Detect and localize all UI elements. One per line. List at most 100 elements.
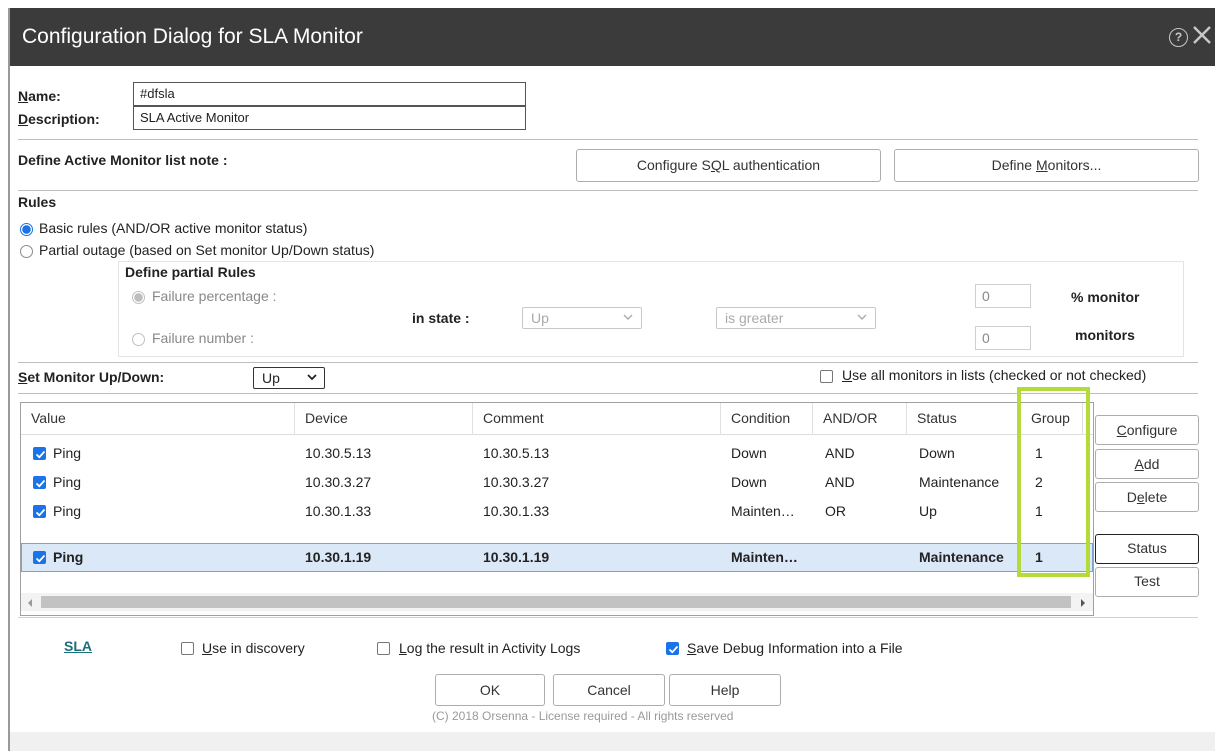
cell-device: 10.30.3.27 xyxy=(305,474,372,490)
scroll-right-icon[interactable] xyxy=(1079,596,1087,612)
failure-number-label: Failure number : xyxy=(152,330,254,346)
copyright-text: (C) 2018 Orsenna - License required - Al… xyxy=(432,709,734,723)
column-status[interactable]: Status xyxy=(907,403,1021,435)
cancel-button[interactable]: Cancel xyxy=(553,674,665,706)
cell-status: Up xyxy=(919,503,937,519)
help-icon[interactable]: ? xyxy=(1169,28,1188,47)
rules-title: Rules xyxy=(18,194,57,210)
set-monitor-label: Set Monitor Up/Down: xyxy=(18,369,165,385)
save-debug-label: Save Debug Information into a File xyxy=(687,640,903,656)
monitors-table: Value Device Comment Condition AND/OR St… xyxy=(20,402,1094,616)
status-button[interactable]: Status xyxy=(1095,534,1199,564)
configure-button[interactable]: Configure xyxy=(1095,415,1199,445)
status-strip xyxy=(10,732,1215,751)
cell-and-or: AND xyxy=(825,445,855,461)
cell-and-or: OR xyxy=(825,503,846,519)
failure-percentage-label: Failure percentage : xyxy=(152,288,277,304)
column-condition[interactable]: Condition xyxy=(721,403,813,435)
cell-comment: 10.30.5.13 xyxy=(483,445,550,461)
table-row-selected[interactable]: Ping 10.30.1.19 10.30.1.19 Mainten… Main… xyxy=(21,543,1093,572)
column-comment[interactable]: Comment xyxy=(473,403,721,435)
divider xyxy=(18,617,1198,618)
cell-condition: Mainten… xyxy=(731,503,795,519)
percentage-input[interactable]: 0 xyxy=(975,284,1031,308)
cell-condition: Down xyxy=(731,474,767,490)
note-label: Define Active Monitor list note : xyxy=(18,152,228,168)
cell-device: 10.30.1.33 xyxy=(305,503,372,519)
test-button[interactable]: Test xyxy=(1095,567,1199,597)
percent-unit-label: % monitor xyxy=(1071,289,1140,305)
cell-status: Maintenance xyxy=(919,549,1004,565)
cell-value: Ping xyxy=(53,474,82,490)
table-row[interactable]: Ping 10.30.3.27 10.30.3.27 Down AND Main… xyxy=(21,468,1093,497)
dialog-title: Configuration Dialog for SLA Monitor xyxy=(22,25,363,48)
cell-device: 10.30.1.19 xyxy=(305,549,372,565)
row-checkbox[interactable] xyxy=(33,476,46,489)
state-select[interactable]: Up xyxy=(522,307,642,329)
save-debug-checkbox[interactable] xyxy=(666,642,679,655)
chevron-down-icon xyxy=(623,310,633,327)
name-field[interactable]: #dfsla xyxy=(133,82,526,106)
column-and-or[interactable]: AND/OR xyxy=(813,403,907,435)
failure-percentage-radio[interactable] xyxy=(132,291,145,304)
cell-comment: 10.30.3.27 xyxy=(483,474,550,490)
row-checkbox[interactable] xyxy=(33,551,46,564)
table-row[interactable]: Ping 10.30.1.33 10.30.1.33 Mainten… OR U… xyxy=(21,497,1093,526)
row-checkbox[interactable] xyxy=(33,447,46,460)
column-device[interactable]: Device xyxy=(295,403,473,435)
use-all-monitors-checkbox[interactable] xyxy=(820,370,833,383)
in-state-label: in state : xyxy=(412,310,470,326)
cell-comment: 10.30.1.19 xyxy=(483,549,550,565)
name-label: Name: xyxy=(18,88,61,104)
chevron-down-icon xyxy=(307,370,317,387)
log-result-checkbox[interactable] xyxy=(377,642,390,655)
table-row[interactable]: Ping 10.30.5.13 10.30.5.13 Down AND Down… xyxy=(21,439,1093,468)
cell-value: Ping xyxy=(53,549,84,565)
add-button[interactable]: Add xyxy=(1095,449,1199,479)
use-in-discovery-checkbox[interactable] xyxy=(181,642,194,655)
use-in-discovery-label: Use in discovery xyxy=(202,640,305,656)
partial-outage-radio[interactable] xyxy=(20,245,33,258)
cell-device: 10.30.5.13 xyxy=(305,445,372,461)
basic-rules-radio[interactable] xyxy=(20,223,33,236)
horizontal-scrollbar[interactable] xyxy=(21,593,1093,611)
cell-condition: Mainten… xyxy=(731,549,798,565)
description-field[interactable]: SLA Active Monitor xyxy=(133,106,526,130)
group-column-highlight xyxy=(1017,387,1090,577)
number-unit-label: monitors xyxy=(1075,327,1135,343)
scrollbar-thumb[interactable] xyxy=(41,596,1071,608)
title-bar: Configuration Dialog for SLA Monitor ? xyxy=(10,8,1215,66)
config-dialog: Configuration Dialog for SLA Monitor ? N… xyxy=(8,8,1215,751)
column-value[interactable]: Value xyxy=(21,403,295,435)
help-button[interactable]: Help xyxy=(669,674,781,706)
divider xyxy=(18,190,1198,191)
delete-button[interactable]: Delete xyxy=(1095,482,1199,512)
set-monitor-select[interactable]: Up xyxy=(253,367,325,389)
comparison-select[interactable]: is greater xyxy=(716,307,876,329)
cell-value: Ping xyxy=(53,445,82,461)
cell-comment: 10.30.1.33 xyxy=(483,503,550,519)
row-checkbox[interactable] xyxy=(33,505,46,518)
number-input[interactable]: 0 xyxy=(975,326,1031,350)
sla-link[interactable]: SLA xyxy=(64,638,92,654)
description-label: Description: xyxy=(18,111,100,127)
failure-number-radio[interactable] xyxy=(132,333,145,346)
log-result-label: Log the result in Activity Logs xyxy=(399,640,581,656)
define-monitors-button[interactable]: Define Monitors... xyxy=(894,149,1199,182)
divider xyxy=(18,139,1198,140)
cell-and-or: AND xyxy=(825,474,855,490)
ok-button[interactable]: OK xyxy=(435,674,545,706)
configure-sql-button[interactable]: Configure SQL authentication xyxy=(576,149,881,182)
chevron-down-icon xyxy=(857,310,867,327)
partial-rules-title: Define partial Rules xyxy=(125,264,256,280)
cell-status: Maintenance xyxy=(919,474,1000,490)
close-icon[interactable] xyxy=(1190,20,1214,50)
basic-rules-label: Basic rules (AND/OR active monitor statu… xyxy=(39,220,308,236)
divider xyxy=(18,362,1198,363)
scroll-left-icon[interactable] xyxy=(26,596,34,612)
table-header: Value Device Comment Condition AND/OR St… xyxy=(21,403,1093,435)
use-all-monitors-label: Use all monitors in lists (checked or no… xyxy=(842,367,1147,383)
cell-condition: Down xyxy=(731,445,767,461)
partial-outage-label: Partial outage (based on Set monitor Up/… xyxy=(39,242,375,258)
cell-status: Down xyxy=(919,445,955,461)
